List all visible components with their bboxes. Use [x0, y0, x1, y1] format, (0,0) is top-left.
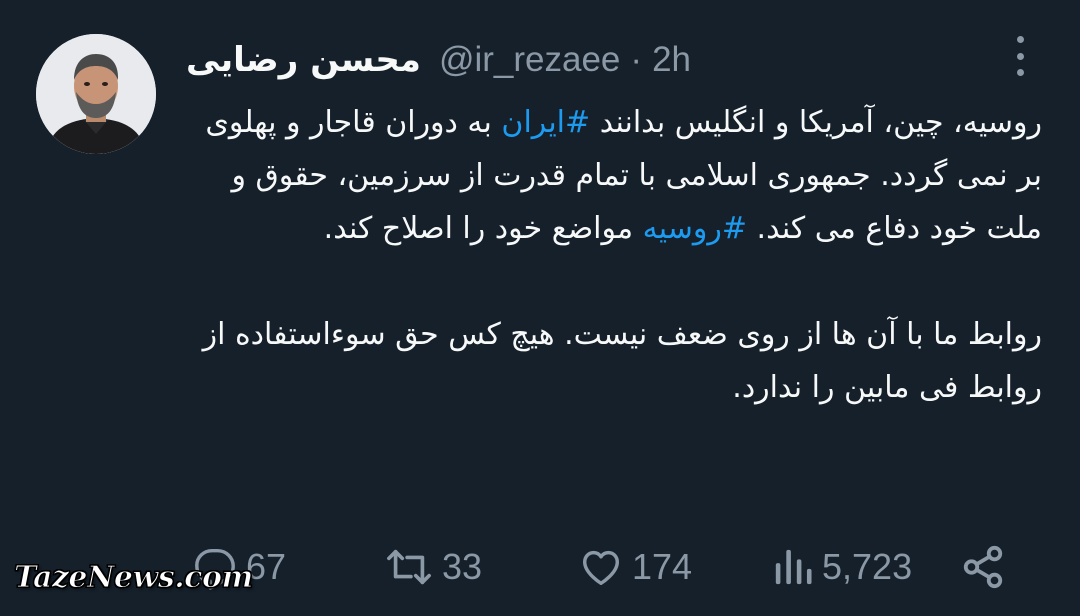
tweet-actions: 67 33 174 5,723	[188, 540, 1008, 594]
share-icon	[963, 545, 1003, 589]
more-dot	[1016, 69, 1024, 76]
like-count: 174	[632, 546, 693, 587]
avatar[interactable]	[36, 34, 156, 154]
tweet-text: روسیه، چین، آمریکا و انگلیس بدانند #ایرا…	[186, 96, 1042, 414]
more-dot	[1016, 52, 1024, 60]
more-options-icon[interactable]	[1008, 36, 1032, 76]
hashtag-russia-link[interactable]: #روسیه	[643, 211, 747, 246]
tweet-paragraph: روابط ما با آن ها از روی ضعف نیست. هیچ ک…	[202, 317, 1042, 405]
tweet-text-segment: مواضع خود را اصلاح کند.	[323, 211, 643, 246]
tweet-text-segment: روسیه، چین، آمریکا و انگلیس بدانند	[590, 105, 1042, 140]
view-count: 5,723	[822, 546, 913, 587]
retweet-button[interactable]: 33	[384, 540, 482, 594]
tweet-header: محسن رضایی @ir_rezaee · 2h	[186, 36, 691, 84]
retweet-icon	[387, 549, 431, 585]
heart-icon	[582, 550, 620, 586]
tweet-paragraph: روسیه، چین، آمریکا و انگلیس بدانند #ایرا…	[186, 96, 1042, 255]
author-handle[interactable]: @ir_rezaee	[439, 40, 620, 80]
author-display-name[interactable]: محسن رضایی	[186, 40, 421, 80]
hashtag-iran-link[interactable]: #ایران	[501, 105, 590, 140]
share-button[interactable]	[960, 540, 1006, 594]
tweet-card: محسن رضایی @ir_rezaee · 2h روسیه، چین، آ…	[0, 0, 1080, 616]
views-button[interactable]: 5,723	[772, 540, 912, 594]
profile-photo-icon	[36, 34, 156, 154]
views-chart-icon	[775, 549, 812, 585]
tweet-timestamp[interactable]: 2h	[652, 40, 691, 80]
separator-dot: ·	[630, 40, 643, 79]
like-button[interactable]: 174	[578, 540, 692, 594]
more-dot	[1016, 36, 1024, 43]
retweet-count: 33	[442, 546, 483, 587]
watermark: TazeNews.com	[14, 560, 254, 596]
